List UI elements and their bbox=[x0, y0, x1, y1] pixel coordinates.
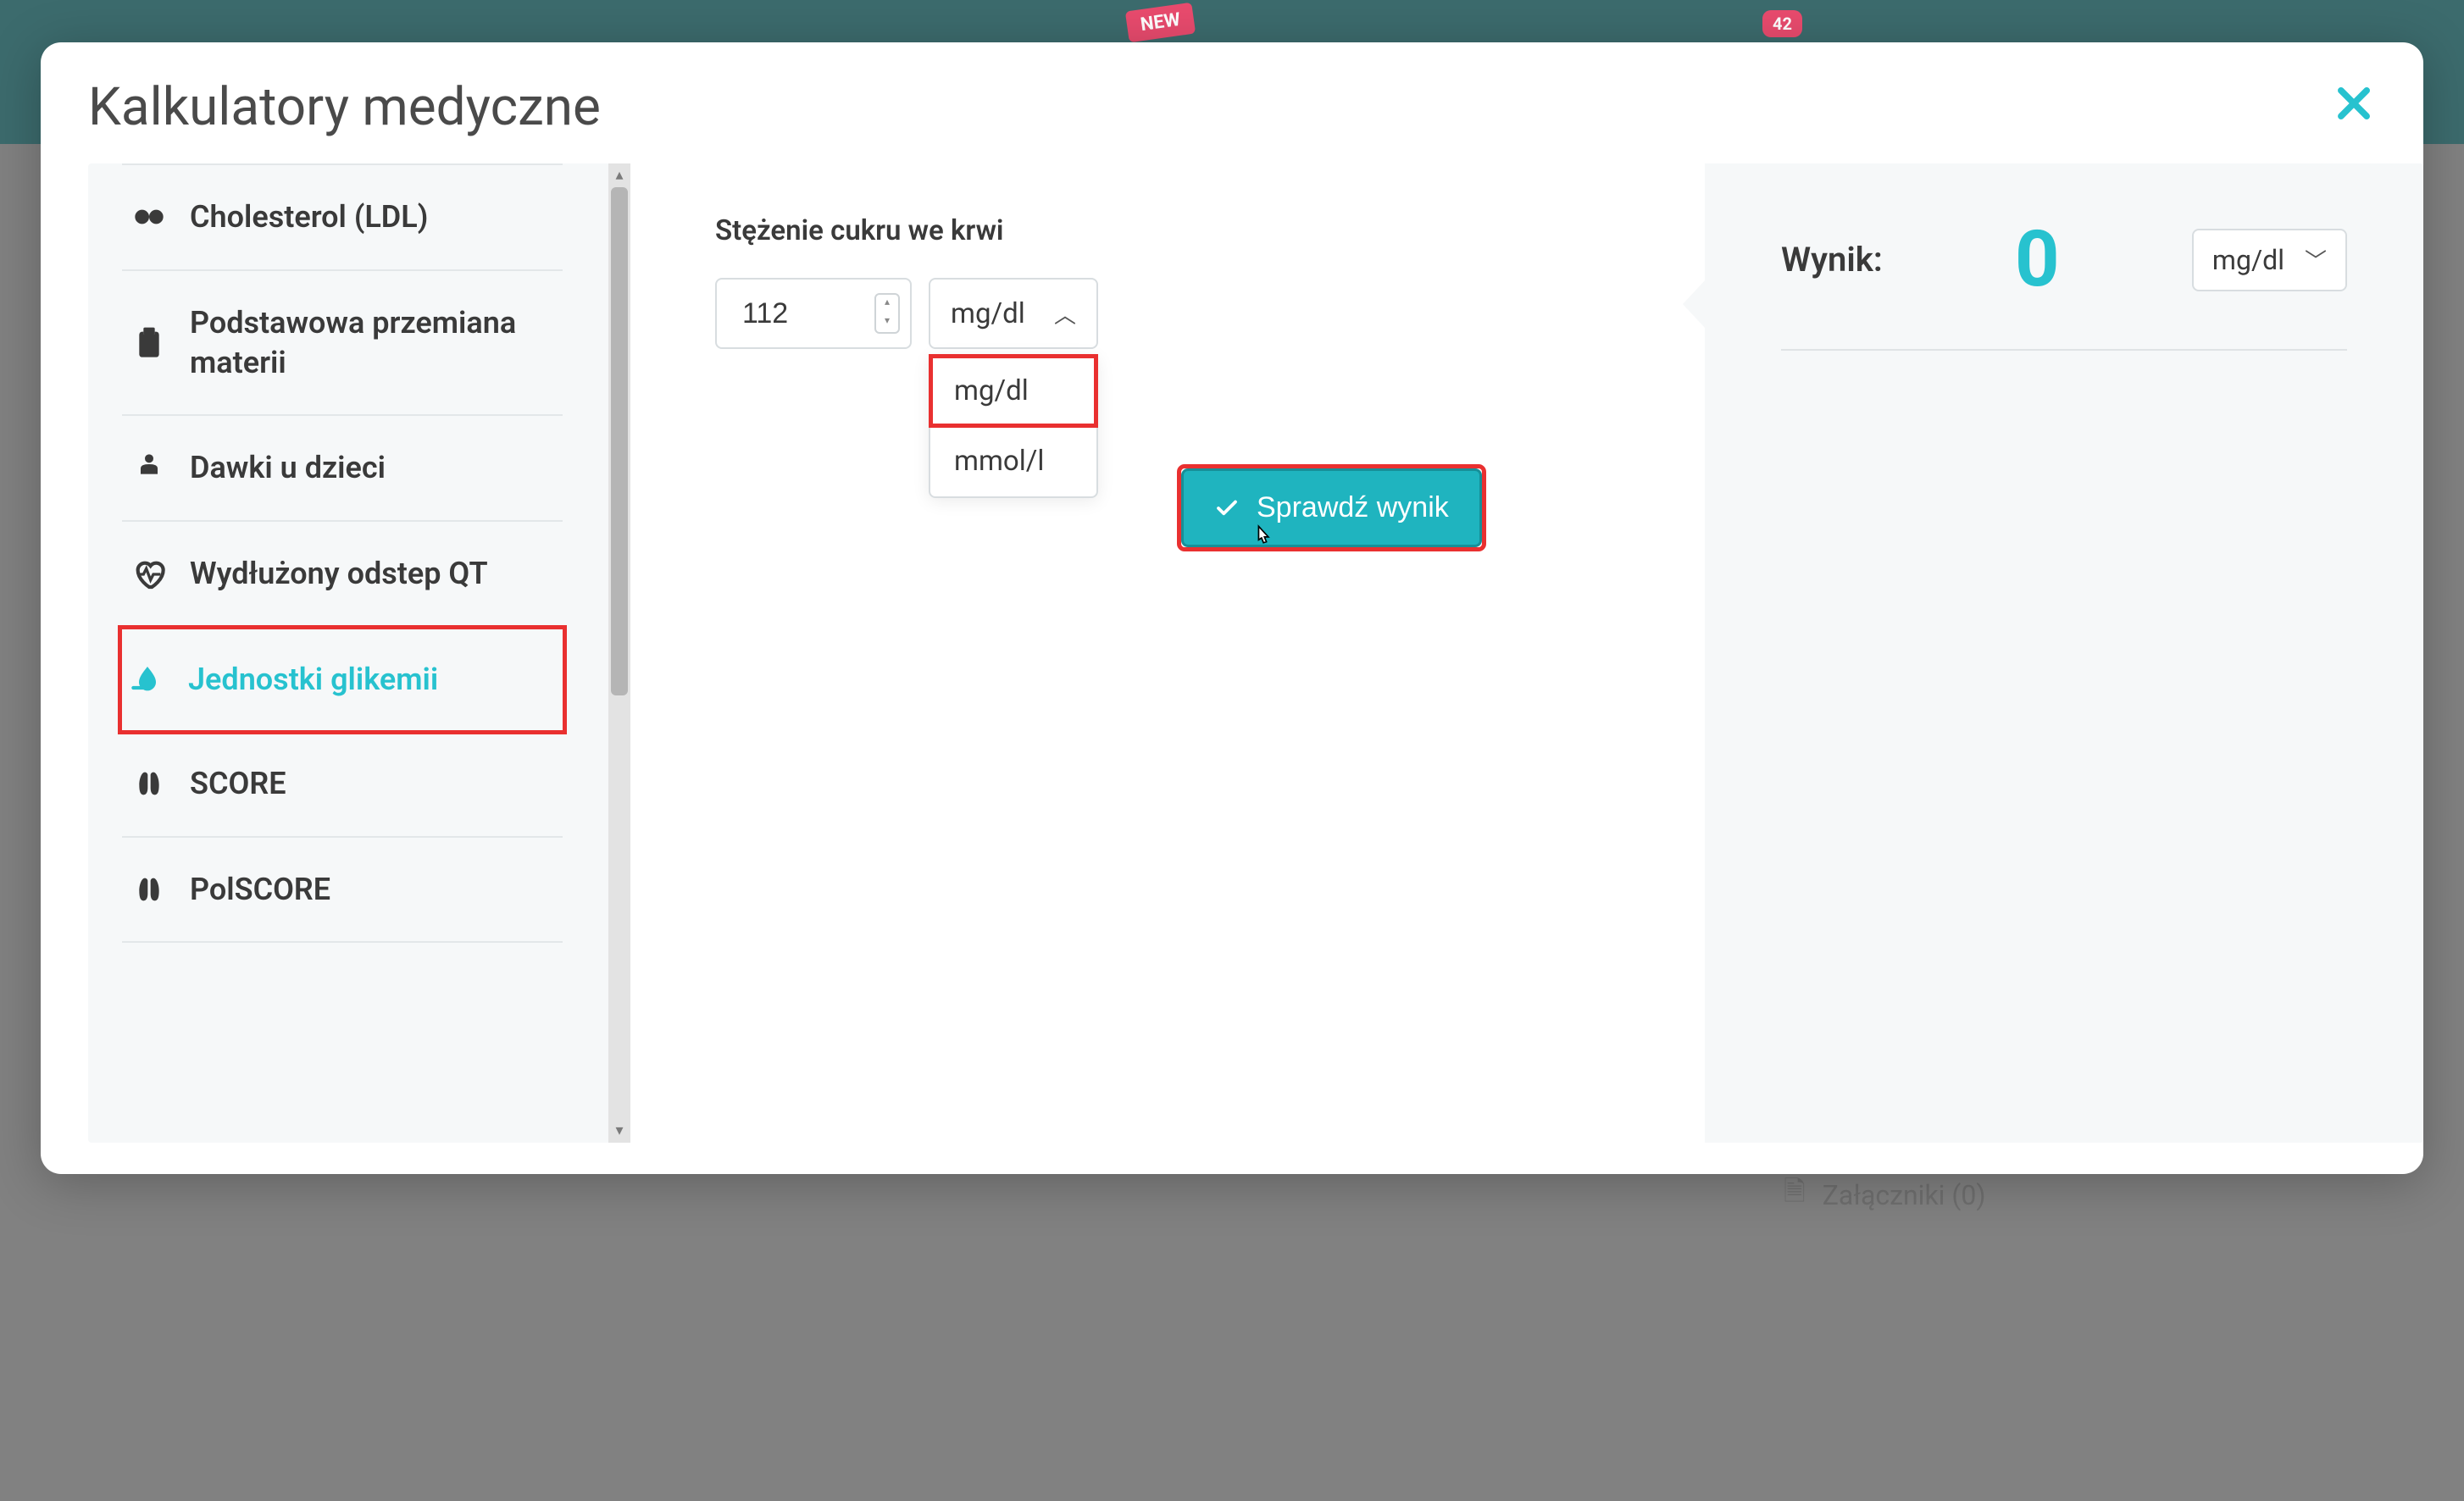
result-notch bbox=[1683, 279, 1706, 330]
sidebar-item-pediatric-doses[interactable]: Dawki u dzieci bbox=[122, 416, 563, 522]
sidebar-item-score[interactable]: SCORE bbox=[122, 732, 563, 838]
scroll-down-arrow[interactable]: ▾ bbox=[608, 1119, 630, 1143]
result-row: Wynik: 0 mg/dl ﹀ bbox=[1781, 214, 2347, 351]
modal-header: Kalkulatory medyczne bbox=[41, 76, 2423, 163]
sidebar-item-label: Dawki u dzieci bbox=[190, 448, 386, 488]
unit-selected-label: mg/dl bbox=[951, 297, 1025, 330]
sidebar-item-label: Jednostki glikemii bbox=[188, 660, 438, 700]
spinner-down-icon[interactable]: ▾ bbox=[876, 313, 898, 332]
spinner-up-icon[interactable]: ▴ bbox=[876, 295, 898, 313]
sidebar-item-glycemia-units[interactable]: Jednostki glikemii bbox=[120, 628, 564, 732]
unit-option-mgdl[interactable]: mg/dl bbox=[930, 356, 1096, 426]
unit-dropdown: mg/dl mmol/l bbox=[929, 354, 1098, 498]
sidebar: Cholesterol (LDL) Podstawowa przemiana m… bbox=[88, 163, 630, 1143]
unit-select[interactable]: mg/dl ︿ bbox=[929, 278, 1098, 349]
result-panel: Wynik: 0 mg/dl ﹀ bbox=[1705, 163, 2423, 1143]
attachment-icon: 🗎 bbox=[1784, 1172, 1806, 1218]
scrollbar-thumb[interactable] bbox=[611, 187, 628, 695]
field-label: Stężenie cukru we krwi bbox=[715, 214, 1671, 247]
sidebar-item-polscore[interactable]: PolSCORE bbox=[122, 838, 563, 944]
cursor-pointer-icon bbox=[1251, 524, 1274, 557]
scroll-up-arrow[interactable]: ▴ bbox=[608, 163, 630, 187]
sidebar-item-label: SCORE bbox=[190, 764, 286, 804]
modal-title: Kalkulatory medyczne bbox=[88, 76, 601, 138]
modal-body: Cholesterol (LDL) Podstawowa przemiana m… bbox=[41, 163, 2423, 1143]
result-unit-label: mg/dl bbox=[2212, 244, 2284, 276]
lungs-icon bbox=[132, 767, 166, 800]
chevron-up-icon: ︿ bbox=[1054, 298, 1076, 330]
sidebar-item-label: Wydłużony odstep QT bbox=[190, 554, 488, 594]
input-row: ▴ ▾ mg/dl ︿ mg/dl mmol/l bbox=[715, 278, 1671, 349]
lungs-icon bbox=[132, 872, 166, 906]
clipboard-icon bbox=[132, 326, 166, 360]
submit-label: Sprawdź wynik bbox=[1257, 491, 1449, 524]
sidebar-item-label: Podstawowa przemiana materii bbox=[190, 303, 552, 383]
attachments-label: Załączniki (0) bbox=[1823, 1179, 1986, 1211]
calculator-modal: Kalkulatory medyczne Cholesterol (LDL) P… bbox=[41, 42, 2423, 1174]
drop-icon bbox=[130, 662, 164, 696]
heartbeat-icon bbox=[132, 557, 166, 591]
number-spinner[interactable]: ▴ ▾ bbox=[874, 293, 900, 334]
sidebar-item-qt-interval[interactable]: Wydłużony odstep QT bbox=[122, 522, 563, 628]
main-form: Stężenie cukru we krwi ▴ ▾ mg/dl ︿ mg/dl bbox=[630, 163, 1705, 1143]
eye-icon bbox=[132, 200, 166, 234]
result-unit-select[interactable]: mg/dl ﹀ bbox=[2192, 229, 2347, 291]
attachments-section: 🗎 Załączniki (0) bbox=[1784, 1172, 1985, 1218]
result-value: 0 bbox=[2015, 214, 2060, 305]
sidebar-item-cholesterol[interactable]: Cholesterol (LDL) bbox=[122, 165, 563, 271]
count-badge: 42 bbox=[1762, 10, 1802, 37]
close-button[interactable] bbox=[2332, 81, 2376, 134]
submit-highlight: Sprawdź wynik bbox=[1181, 468, 1482, 547]
result-label: Wynik: bbox=[1781, 240, 1883, 280]
unit-option-mmoll[interactable]: mmol/l bbox=[930, 426, 1096, 496]
sidebar-scroll[interactable]: Cholesterol (LDL) Podstawowa przemiana m… bbox=[88, 163, 630, 1143]
scrollbar[interactable]: ▴ ▾ bbox=[608, 163, 630, 1143]
value-input-wrap: ▴ ▾ bbox=[715, 278, 912, 349]
close-icon bbox=[2332, 81, 2376, 125]
child-icon bbox=[132, 451, 166, 485]
sidebar-item-label: Cholesterol (LDL) bbox=[190, 197, 428, 237]
submit-button[interactable]: Sprawdź wynik bbox=[1181, 468, 1482, 547]
sidebar-item-metabolism[interactable]: Podstawowa przemiana materii bbox=[122, 271, 563, 417]
sidebar-item-label: PolSCORE bbox=[190, 870, 330, 910]
chevron-down-icon: ﹀ bbox=[2305, 244, 2327, 275]
unit-select-wrap: mg/dl ︿ mg/dl mmol/l bbox=[929, 278, 1098, 349]
check-icon bbox=[1214, 496, 1240, 521]
